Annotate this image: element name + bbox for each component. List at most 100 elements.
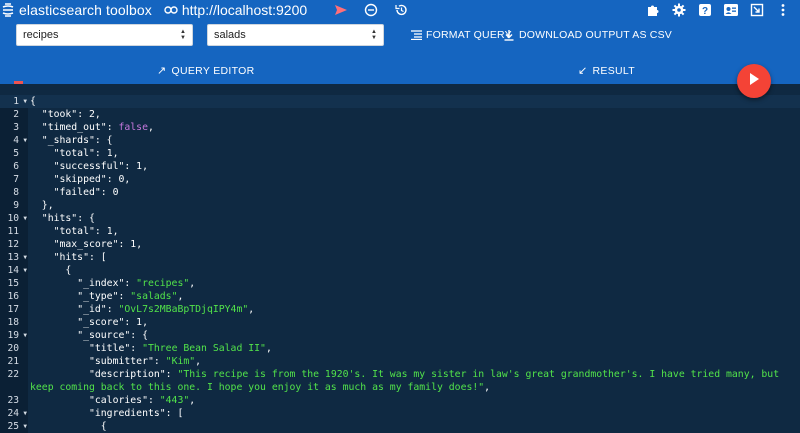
code-line[interactable]: 5 "total": 1, [0, 147, 800, 160]
arrow-southwest-icon: ↙ [578, 65, 588, 77]
tab-query-editor[interactable]: ↗ QUERY EDITOR [157, 64, 255, 78]
code-line[interactable]: 16 "_type": "salads", [0, 290, 800, 303]
index-select-value: recipes [23, 29, 59, 41]
fold-toggle-icon[interactable]: ▼ [23, 212, 27, 225]
line-number-text: 18 [7, 317, 19, 328]
tab-result[interactable]: ↙ RESULT [578, 64, 635, 78]
header-tools: ? [636, 1, 792, 19]
tab-indicator [14, 81, 23, 84]
line-number-text: 4 [13, 135, 19, 146]
code-line[interactable]: 6 "successful": 1, [0, 160, 800, 173]
code-line[interactable]: 18 "_score": 1, [0, 316, 800, 329]
help-icon[interactable]: ? [696, 1, 714, 19]
puzzle-piece-icon[interactable] [644, 1, 662, 19]
code-line[interactable]: 14 ▼ { [0, 264, 800, 277]
download-csv-button[interactable]: DOWNLOAD OUTPUT AS CSV [503, 29, 672, 41]
connection-url[interactable]: http://localhost:9200 [182, 2, 307, 18]
fold-toggle-icon[interactable]: ▼ [23, 251, 27, 264]
line-number: 5 [0, 147, 28, 160]
code-text: "timed_out": false, [41, 122, 154, 133]
link-icon [164, 3, 178, 17]
code-line[interactable]: 21 "submitter": "Kim", [0, 355, 800, 368]
code-line[interactable]: 9 }, [0, 199, 800, 212]
code-text: "failed": 0 [53, 187, 119, 198]
svg-text:?: ? [702, 6, 708, 17]
code-line[interactable]: 12 "max_score": 1, [0, 238, 800, 251]
query-actions [333, 2, 423, 18]
code-line[interactable]: 20 "title": "Three Bean Salad II", [0, 342, 800, 355]
fold-toggle-icon[interactable]: ▼ [23, 95, 27, 108]
format-query-label: FORMAT QUERY [426, 29, 512, 41]
fold-toggle-icon[interactable]: ▼ [23, 420, 27, 433]
arrow-northeast-icon: ↗ [157, 65, 167, 77]
line-number: 15 [0, 277, 28, 290]
line-number: 4 ▼ [0, 134, 28, 147]
line-number: 2 [0, 108, 28, 121]
gear-icon[interactable] [670, 1, 688, 19]
line-number-text: 5 [13, 148, 19, 159]
code-line[interactable]: 17 "_id": "OvL7s2MBaBpTDjqIPY4m", [0, 303, 800, 316]
code-line[interactable]: 19 ▼ "_source": { [0, 329, 800, 342]
code-line[interactable]: 7 "skipped": 0, [0, 173, 800, 186]
code-line[interactable]: 22 "description": "This recipe is from t… [0, 368, 800, 394]
editor-lines: 1 ▼{2 "took": 2, 3 "timed_out": false, 4 ▼ "… [0, 95, 800, 433]
type-select[interactable]: salads ▲ ▼ [207, 24, 384, 46]
history-icon[interactable] [393, 2, 409, 18]
download-icon [503, 29, 515, 41]
send-icon[interactable] [333, 2, 349, 18]
code-line[interactable]: 24 ▼ "ingredients": [ [0, 407, 800, 420]
more-vertical-icon[interactable] [774, 1, 792, 19]
line-number-text: 25 [7, 421, 19, 432]
fold-toggle-icon[interactable]: ▼ [23, 264, 27, 277]
app-title: elasticsearch toolbox [19, 2, 152, 18]
line-number-text: 14 [7, 265, 19, 276]
line-number: 12 [0, 238, 28, 251]
line-number-text: 19 [7, 330, 19, 341]
index-select[interactable]: recipes ▲ ▼ [16, 24, 193, 46]
code-text: "_id": "OvL7s2MBaBpTDjqIPY4m", [77, 304, 255, 315]
line-number: 9 [0, 199, 28, 212]
type-select-value: salads [214, 29, 246, 41]
line-number: 14 ▼ [0, 264, 28, 277]
tab-result-label: RESULT [592, 64, 635, 77]
code-line[interactable]: 8 "failed": 0 [0, 186, 800, 199]
run-query-button[interactable] [737, 64, 771, 98]
code-line[interactable]: 1 ▼{ [0, 95, 800, 108]
code-line[interactable]: 13 ▼ "hits": [ [0, 251, 800, 264]
minus-circle-icon[interactable] [363, 2, 379, 18]
fold-toggle-icon[interactable]: ▼ [23, 407, 27, 420]
fold-toggle-icon[interactable]: ▼ [23, 329, 27, 342]
code-line[interactable]: 15 "_index": "recipes", [0, 277, 800, 290]
app-header: elasticsearch toolbox http://localhost:9… [0, 0, 800, 84]
line-number-text: 7 [13, 174, 19, 185]
line-number: 20 [0, 342, 28, 355]
code-text: "ingredients": [ [88, 408, 184, 419]
code-text: "title": "Three Bean Salad II", [88, 343, 272, 354]
result-editor[interactable]: 1 ▼{2 "took": 2, 3 "timed_out": false, 4 ▼ "… [0, 95, 800, 433]
line-number-text: 22 [7, 369, 19, 380]
line-number: 16 [0, 290, 28, 303]
line-number-text: 23 [7, 395, 19, 406]
app-brand: elasticsearch toolbox http://localhost:9… [0, 1, 307, 19]
format-align-icon [410, 29, 422, 41]
chevron-updown-icon: ▲ ▼ [180, 29, 186, 41]
window-collapse-icon[interactable] [748, 1, 766, 19]
line-number-text: 12 [7, 239, 19, 250]
line-number-text: 20 [7, 343, 19, 354]
line-number: 25 ▼ [0, 420, 28, 433]
line-number-text: 2 [13, 109, 19, 120]
code-line[interactable]: 3 "timed_out": false, [0, 121, 800, 134]
tab-query-editor-label: QUERY EDITOR [171, 64, 255, 77]
code-line[interactable]: 25 ▼ { [0, 420, 800, 433]
code-line[interactable]: 23 "calories": "443", [0, 394, 800, 407]
code-line[interactable]: 2 "took": 2, [0, 108, 800, 121]
format-query-button[interactable]: FORMAT QUERY [410, 29, 512, 41]
elastic-logo-icon [1, 3, 15, 17]
line-number: 1 ▼ [0, 95, 28, 108]
code-line[interactable]: 4 ▼ "_shards": { [0, 134, 800, 147]
account-box-icon[interactable] [722, 1, 740, 19]
code-line[interactable]: 11 "total": 1, [0, 225, 800, 238]
line-number: 8 [0, 186, 28, 199]
fold-toggle-icon[interactable]: ▼ [23, 134, 27, 147]
code-line[interactable]: 10 ▼ "hits": { [0, 212, 800, 225]
